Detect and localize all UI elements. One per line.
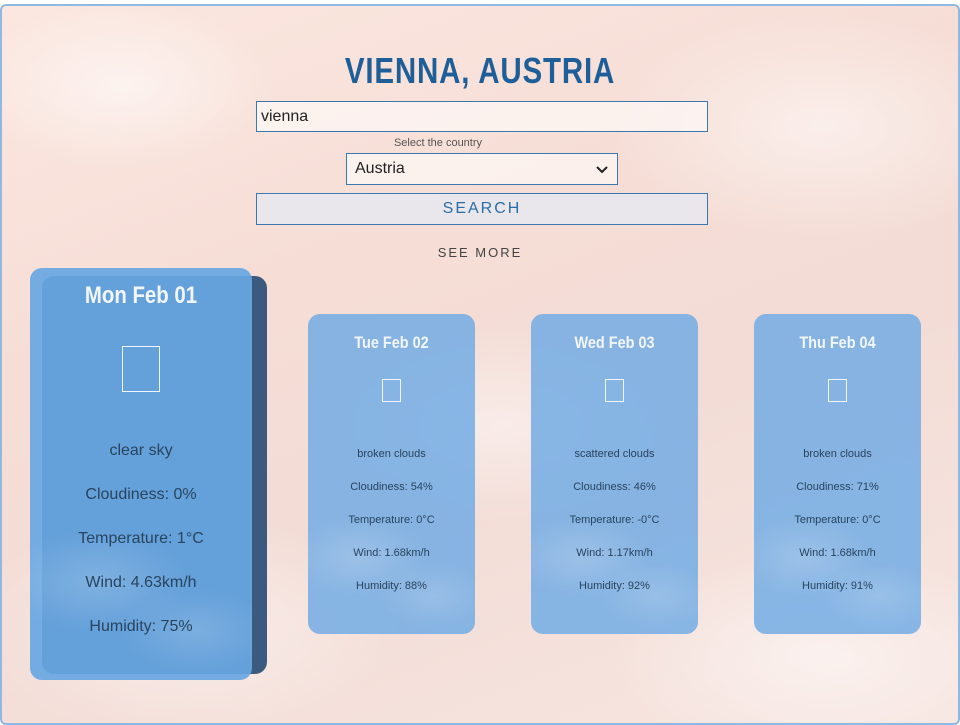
forecast-card[interactable]: Tue Feb 02 broken clouds Cloudiness: 54%… (308, 314, 475, 634)
chevron-down-icon (595, 162, 609, 176)
page-title: VIENNA, AUSTRIA (344, 50, 616, 91)
humidity-value: Humidity: 75% (89, 618, 193, 635)
weather-description: clear sky (109, 442, 173, 459)
cloudiness-value: Cloudiness: 46% (573, 481, 656, 493)
temperature-value: Temperature: 0°C (348, 514, 435, 526)
see-more-link[interactable]: SEE MORE (2, 245, 958, 260)
forecast-date: Mon Feb 01 (84, 282, 198, 309)
weather-icon (122, 346, 160, 392)
wind-value: Wind: 1.17km/h (576, 547, 653, 559)
weather-description: broken clouds (357, 448, 426, 460)
forecast-card[interactable]: Thu Feb 04 broken clouds Cloudiness: 71%… (754, 314, 921, 634)
country-select-label: Select the country (393, 137, 483, 149)
city-search-input[interactable] (256, 101, 708, 132)
forecast-date: Thu Feb 04 (799, 333, 876, 352)
humidity-value: Humidity: 88% (356, 580, 427, 592)
humidity-value: Humidity: 91% (802, 580, 873, 592)
cloudiness-value: Cloudiness: 54% (350, 481, 433, 493)
cloudiness-value: Cloudiness: 71% (796, 481, 879, 493)
weather-icon (605, 379, 624, 402)
forecast-date: Tue Feb 02 (354, 333, 429, 352)
country-select[interactable]: Austria (346, 153, 618, 185)
forecast-card[interactable]: Wed Feb 03 scattered clouds Cloudiness: … (531, 314, 698, 634)
forecast-card-today[interactable]: Mon Feb 01 clear sky Cloudiness: 0% Temp… (30, 268, 252, 680)
wind-value: Wind: 1.68km/h (799, 547, 876, 559)
cloudiness-value: Cloudiness: 0% (85, 486, 197, 503)
wind-value: Wind: 4.63km/h (85, 574, 197, 591)
temperature-value: Temperature: -0°C (569, 514, 660, 526)
search-button[interactable]: SEARCH (256, 193, 708, 225)
humidity-value: Humidity: 92% (579, 580, 650, 592)
wind-value: Wind: 1.68km/h (353, 547, 430, 559)
forecast-date: Wed Feb 03 (574, 333, 655, 352)
country-select-value: Austria (355, 160, 405, 177)
temperature-value: Temperature: 0°C (794, 514, 881, 526)
weather-description: broken clouds (803, 448, 872, 460)
weather-description: scattered clouds (574, 448, 655, 460)
weather-app: VIENNA, AUSTRIA Select the country Austr… (0, 4, 960, 725)
weather-icon (828, 379, 847, 402)
temperature-value: Temperature: 1°C (78, 530, 204, 547)
weather-icon (382, 379, 401, 402)
